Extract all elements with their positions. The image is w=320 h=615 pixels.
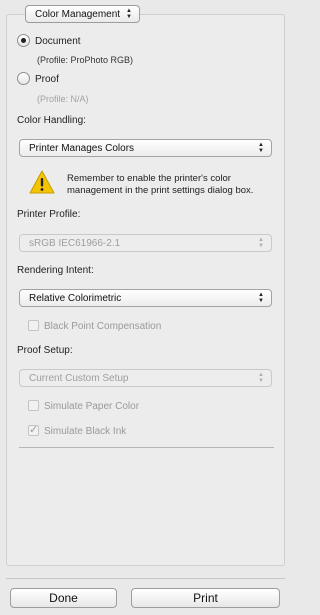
check-icon: ✓	[29, 424, 39, 436]
section-popup-label: Color Management	[35, 8, 121, 20]
warning-triangle-icon	[29, 170, 55, 194]
simulate-black-checkbox[interactable]: ✓	[28, 424, 39, 436]
color-handling-warning: Remember to enable the printer's color m…	[67, 173, 254, 196]
bottom-separator	[6, 578, 285, 579]
up-down-arrows-icon: ▲ ▼	[258, 292, 264, 304]
simulate-paper-label: Simulate Paper Color	[44, 401, 140, 412]
document-radio[interactable]	[17, 34, 30, 47]
up-down-arrows-icon: ▲ ▼	[258, 237, 264, 249]
black-point-checkbox[interactable]	[28, 320, 39, 331]
divider	[19, 447, 274, 448]
done-button[interactable]: Done	[10, 588, 117, 608]
color-handling-popup[interactable]: Printer Manages Colors ▲ ▼	[19, 139, 272, 157]
rendering-intent-popup[interactable]: Relative Colorimetric ▲ ▼	[19, 289, 272, 307]
up-down-arrows-icon: ▲ ▼	[126, 8, 132, 20]
document-label: Document	[35, 36, 81, 47]
proof-setup-popup[interactable]: Current Custom Setup ▲ ▼	[19, 369, 272, 387]
simulate-paper-checkbox[interactable]	[28, 400, 39, 411]
document-profile: (Profile: ProPhoto RGB)	[37, 55, 134, 65]
proof-radio[interactable]	[17, 72, 30, 85]
proof-profile: (Profile: N/A)	[37, 94, 89, 104]
rendering-intent-label: Rendering Intent:	[17, 265, 94, 276]
color-handling-label: Color Handling:	[17, 115, 86, 126]
print-button[interactable]: Print	[131, 588, 280, 608]
proof-setup-label: Proof Setup:	[17, 345, 73, 356]
proof-label: Proof	[35, 74, 59, 85]
color-handling-value: Printer Manages Colors	[29, 142, 135, 154]
printer-profile-label: Printer Profile:	[17, 209, 81, 220]
rendering-intent-value: Relative Colorimetric	[29, 292, 122, 304]
section-popup[interactable]: Color Management ▲ ▼	[25, 5, 140, 23]
up-down-arrows-icon: ▲ ▼	[258, 372, 264, 384]
proof-setup-value: Current Custom Setup	[29, 372, 129, 384]
black-point-label: Black Point Compensation	[44, 321, 162, 332]
simulate-black-label: Simulate Black Ink	[44, 426, 127, 437]
printer-profile-popup[interactable]: sRGB IEC61966-2.1 ▲ ▼	[19, 234, 272, 252]
up-down-arrows-icon: ▲ ▼	[258, 142, 264, 154]
printer-profile-value: sRGB IEC61966-2.1	[29, 237, 121, 249]
